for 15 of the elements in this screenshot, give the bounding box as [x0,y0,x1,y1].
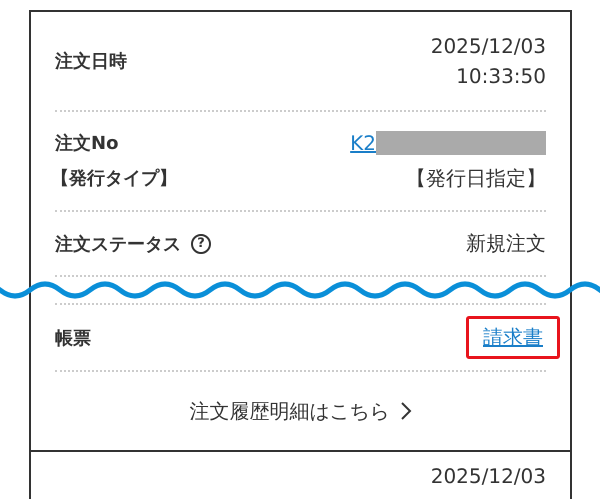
invoice-link[interactable]: 請求書 [466,316,560,359]
issue-type: 【発行日指定】 [406,164,546,192]
chevron-icon [400,401,412,421]
field-label: 注文日時 [55,50,127,73]
order-number-link[interactable]: K2 [350,130,376,154]
status-value: 新規注文 [466,230,546,257]
field-label: 注文No [55,132,118,154]
order-time: 10:33:50 [456,64,546,88]
order-date: 2025/12/03 [430,34,546,58]
help-icon[interactable]: ? [191,234,211,254]
field-label: 注文ステータス [55,232,181,256]
field-label: 【発行タイプ】 [51,167,177,190]
order-date: 2025/12/03 [430,464,546,490]
field-label: 帳票 [55,326,91,350]
order-history-link[interactable]: 注文履歴明細はこちら [190,398,412,424]
